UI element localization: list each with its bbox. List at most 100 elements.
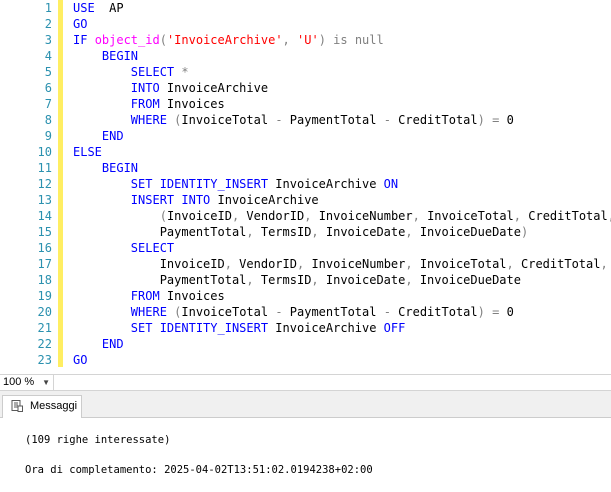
code-token: SELECT — [130, 241, 175, 255]
code-token: CreditTotal — [390, 305, 478, 319]
code-line: USE AP — [73, 0, 124, 16]
code-token: USE — [73, 1, 95, 15]
code-token: 'U' — [297, 33, 319, 47]
line-number-gutter: 1 2 3 4 5 6 7 8 9 10 11 12 13 14 15 16 17 18 19 20 21 22 23 — [0, 0, 54, 374]
code-token: WHERE — [130, 305, 167, 319]
code-line: SELECT * — [73, 64, 189, 80]
line-number: 19 — [37, 289, 52, 303]
line-number: 13 — [37, 193, 52, 207]
line-number: 20 — [37, 305, 52, 319]
message-rows-affected: (109 righe interessate) — [25, 434, 171, 446]
code-token: TermsID — [253, 225, 312, 239]
code-token: , — [405, 273, 413, 287]
code-token: IF — [73, 33, 88, 47]
code-token: , — [600, 257, 608, 271]
code-token: INTO — [130, 81, 160, 95]
line-number: 5 — [44, 65, 52, 79]
line-number: 2 — [44, 17, 52, 31]
code-token: InvoiceArchive — [210, 193, 319, 207]
code-token: ) — [318, 33, 326, 47]
code-line: END — [73, 336, 124, 352]
code-token: ) — [477, 113, 485, 127]
line-number: 14 — [37, 209, 52, 223]
code-token: 0 — [499, 113, 514, 127]
tab-messages[interactable]: Messaggi — [2, 395, 82, 418]
code-token: AP — [94, 1, 124, 15]
code-token: InvoiceTotal — [412, 257, 507, 271]
code-token: InvoiceArchive — [268, 321, 384, 335]
results-tab-strip: Messaggi — [0, 391, 611, 418]
tab-messages-label: Messaggi — [30, 400, 78, 412]
code-line: FROM Invoices — [73, 96, 225, 112]
code-line: PaymentTotal, TermsID, InvoiceDate, Invo… — [73, 224, 529, 240]
line-number: 22 — [37, 337, 52, 351]
code-line: BEGIN — [73, 48, 138, 64]
code-token: GO — [73, 353, 88, 367]
code-token: END — [101, 129, 124, 143]
code-token: 'InvoiceArchive' — [166, 33, 283, 47]
code-token: - — [383, 305, 391, 319]
line-number: 23 — [37, 353, 52, 367]
line-number: 16 — [37, 241, 52, 255]
code-token: , — [506, 257, 514, 271]
query-editor[interactable]: 1 2 3 4 5 6 7 8 9 10 11 12 13 14 15 16 17 18 19 20 21 22 23 US… — [0, 0, 611, 374]
code-line: WHERE (InvoiceTotal - PaymentTotal - Cre… — [73, 304, 514, 320]
line-number: 12 — [37, 177, 52, 191]
code-token: InvoiceDueDate — [412, 225, 521, 239]
zoom-value: 100 % — [3, 376, 35, 388]
results-pane: Messaggi (109 righe interessate) Ora di … — [0, 391, 611, 492]
code-token: WHERE — [130, 113, 167, 127]
code-token: , — [282, 33, 297, 47]
code-token: SET IDENTITY_INSERT — [130, 177, 269, 191]
line-number: 10 — [37, 145, 52, 159]
code-token: PaymentTotal — [73, 273, 247, 287]
line-number: 1 — [44, 1, 52, 15]
code-token: CreditTotal — [521, 209, 608, 223]
code-token: BEGIN — [101, 49, 139, 63]
code-token: INSERT INTO — [130, 193, 211, 207]
code-token: , — [412, 209, 420, 223]
line-number: 15 — [37, 225, 52, 239]
line-number: 21 — [37, 321, 52, 335]
code-line: GO — [73, 352, 87, 368]
code-token: VendorID — [239, 209, 305, 223]
change-tracking-bar — [58, 0, 63, 367]
line-number: 6 — [44, 81, 52, 95]
code-token: ) — [520, 225, 529, 239]
code-line: FROM Invoices — [73, 288, 225, 304]
code-line: PaymentTotal, TermsID, InvoiceDate, Invo… — [73, 272, 521, 288]
code-token: GO — [73, 17, 88, 31]
code-token: , — [246, 273, 254, 287]
code-token: InvoiceTotal — [181, 305, 276, 319]
line-number: 7 — [44, 97, 52, 111]
line-number: 18 — [37, 273, 52, 287]
code-line: WHERE (InvoiceTotal - PaymentTotal - Cre… — [73, 112, 514, 128]
chevron-down-icon: ▼ — [42, 378, 50, 387]
code-token: VendorID — [231, 257, 297, 271]
zoom-select[interactable]: 100 % ▼ — [0, 375, 54, 390]
code-token: TermsID — [253, 273, 312, 287]
code-line: IF object_id('InvoiceArchive', 'U') is n… — [73, 32, 384, 48]
message-completion-time: Ora di completamento: 2025-04-02T13:51:0… — [25, 464, 373, 476]
code-token: CreditTotal — [390, 113, 478, 127]
code-token: , — [405, 257, 413, 271]
code-token: ELSE — [73, 145, 102, 159]
code-token: ( — [159, 33, 167, 47]
code-token: InvoiceDate — [318, 225, 406, 239]
line-number: 17 — [37, 257, 52, 271]
code-line: (InvoiceID, VendorID, InvoiceNumber, Inv… — [73, 208, 611, 224]
code-token: InvoiceTotal — [419, 209, 514, 223]
code-line: SET IDENTITY_INSERT InvoiceArchive OFF — [73, 320, 406, 336]
code-line: END — [73, 128, 124, 144]
line-number: 8 — [44, 113, 52, 127]
line-number: 4 — [44, 49, 52, 63]
code-token: , — [246, 225, 254, 239]
